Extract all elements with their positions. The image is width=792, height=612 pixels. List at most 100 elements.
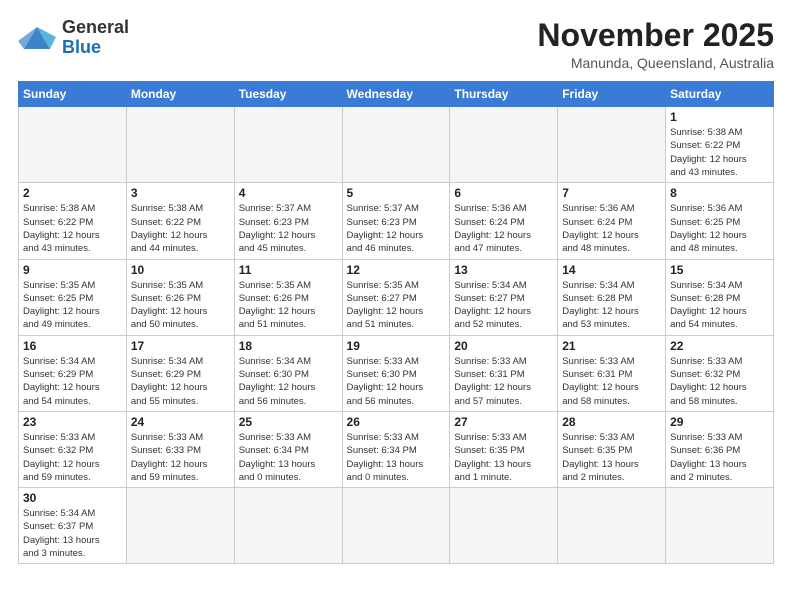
- calendar-day: 27 Sunrise: 5:33 AM Sunset: 6:35 PM Dayli…: [450, 411, 558, 487]
- day-number: 25: [239, 415, 338, 429]
- calendar-day: [342, 107, 450, 183]
- calendar-day: [126, 107, 234, 183]
- day-number: 28: [562, 415, 661, 429]
- calendar-week-6: 30 Sunrise: 5:34 AM Sunset: 6:37 PM Dayli…: [19, 488, 774, 564]
- logo-text: General Blue: [62, 18, 129, 58]
- day-number: 3: [131, 186, 230, 200]
- calendar-day: 1Sunrise: 5:38 AM Sunset: 6:22 PM Daylig…: [666, 107, 774, 183]
- weekday-header-monday: Monday: [126, 82, 234, 107]
- calendar-day: [234, 107, 342, 183]
- calendar-day: 5Sunrise: 5:37 AM Sunset: 6:23 PM Daylig…: [342, 183, 450, 259]
- day-number: 19: [347, 339, 446, 353]
- day-number: 4: [239, 186, 338, 200]
- day-info: Sunrise: 5:35 AM Sunset: 6:25 PM Dayligh…: [23, 279, 122, 332]
- day-number: 2: [23, 186, 122, 200]
- calendar-day: 26Sunrise: 5:33 AM Sunset: 6:34 PM Dayli…: [342, 411, 450, 487]
- day-number: 18: [239, 339, 338, 353]
- calendar-day: 23 Sunrise: 5:33 AM Sunset: 6:32 PM Dayli…: [19, 411, 127, 487]
- page: General Blue November 2025 Manunda, Quee…: [0, 0, 792, 612]
- day-number: 6: [454, 186, 553, 200]
- calendar-day: [342, 488, 450, 564]
- calendar-day: 2 Sunrise: 5:38 AM Sunset: 6:22 PM Daylig…: [19, 183, 127, 259]
- day-info: Sunrise: 5:33 AM Sunset: 6:33 PM Dayligh…: [131, 431, 230, 484]
- day-number: 29: [670, 415, 769, 429]
- day-number: 27: [454, 415, 553, 429]
- day-info: Sunrise: 5:34 AM Sunset: 6:30 PM Dayligh…: [239, 355, 338, 408]
- logo-general: General: [62, 17, 129, 37]
- calendar-day: [558, 107, 666, 183]
- day-info: Sunrise: 5:36 AM Sunset: 6:24 PM Dayligh…: [562, 202, 661, 255]
- day-number: 9: [23, 263, 122, 277]
- day-info: Sunrise: 5:34 AM Sunset: 6:29 PM Dayligh…: [131, 355, 230, 408]
- calendar-day: 19 Sunrise: 5:33 AM Sunset: 6:30 PM Dayli…: [342, 335, 450, 411]
- calendar-day: 25 Sunrise: 5:33 AM Sunset: 6:34 PM Dayli…: [234, 411, 342, 487]
- generalblue-logo-icon: [18, 19, 56, 57]
- calendar-day: 4 Sunrise: 5:37 AM Sunset: 6:23 PM Daylig…: [234, 183, 342, 259]
- day-info: Sunrise: 5:33 AM Sunset: 6:35 PM Dayligh…: [562, 431, 661, 484]
- calendar-day: 22 Sunrise: 5:33 AM Sunset: 6:32 PM Dayli…: [666, 335, 774, 411]
- location: Manunda, Queensland, Australia: [537, 55, 774, 71]
- calendar-day: [234, 488, 342, 564]
- day-number: 24: [131, 415, 230, 429]
- calendar-week-4: 16 Sunrise: 5:34 AM Sunset: 6:29 PM Dayli…: [19, 335, 774, 411]
- day-info: Sunrise: 5:34 AM Sunset: 6:37 PM Dayligh…: [23, 507, 122, 560]
- day-info: Sunrise: 5:34 AM Sunset: 6:28 PM Dayligh…: [670, 279, 769, 332]
- day-number: 10: [131, 263, 230, 277]
- month-title: November 2025: [537, 18, 774, 53]
- calendar-day: 11Sunrise: 5:35 AM Sunset: 6:26 PM Dayli…: [234, 259, 342, 335]
- day-info: Sunrise: 5:33 AM Sunset: 6:32 PM Dayligh…: [23, 431, 122, 484]
- calendar-day: 29Sunrise: 5:33 AM Sunset: 6:36 PM Dayli…: [666, 411, 774, 487]
- calendar-day: 9 Sunrise: 5:35 AM Sunset: 6:25 PM Daylig…: [19, 259, 127, 335]
- title-block: November 2025 Manunda, Queensland, Austr…: [537, 18, 774, 71]
- calendar-day: 15 Sunrise: 5:34 AM Sunset: 6:28 PM Dayli…: [666, 259, 774, 335]
- day-info: Sunrise: 5:33 AM Sunset: 6:35 PM Dayligh…: [454, 431, 553, 484]
- weekday-header-sunday: Sunday: [19, 82, 127, 107]
- day-number: 23: [23, 415, 122, 429]
- calendar-day: 17Sunrise: 5:34 AM Sunset: 6:29 PM Dayli…: [126, 335, 234, 411]
- day-number: 16: [23, 339, 122, 353]
- calendar-day: 14Sunrise: 5:34 AM Sunset: 6:28 PM Dayli…: [558, 259, 666, 335]
- day-info: Sunrise: 5:38 AM Sunset: 6:22 PM Dayligh…: [670, 126, 769, 179]
- day-info: Sunrise: 5:33 AM Sunset: 6:31 PM Dayligh…: [562, 355, 661, 408]
- day-info: Sunrise: 5:35 AM Sunset: 6:27 PM Dayligh…: [347, 279, 446, 332]
- day-number: 11: [239, 263, 338, 277]
- day-number: 8: [670, 186, 769, 200]
- day-info: Sunrise: 5:33 AM Sunset: 6:32 PM Dayligh…: [670, 355, 769, 408]
- day-info: Sunrise: 5:33 AM Sunset: 6:34 PM Dayligh…: [239, 431, 338, 484]
- weekday-header-row: SundayMondayTuesdayWednesdayThursdayFrid…: [19, 82, 774, 107]
- calendar-day: [19, 107, 127, 183]
- weekday-header-thursday: Thursday: [450, 82, 558, 107]
- day-number: 22: [670, 339, 769, 353]
- day-info: Sunrise: 5:33 AM Sunset: 6:34 PM Dayligh…: [347, 431, 446, 484]
- calendar-week-3: 9 Sunrise: 5:35 AM Sunset: 6:25 PM Daylig…: [19, 259, 774, 335]
- day-number: 15: [670, 263, 769, 277]
- calendar-day: 10 Sunrise: 5:35 AM Sunset: 6:26 PM Dayli…: [126, 259, 234, 335]
- day-info: Sunrise: 5:37 AM Sunset: 6:23 PM Dayligh…: [239, 202, 338, 255]
- calendar-day: 18 Sunrise: 5:34 AM Sunset: 6:30 PM Dayli…: [234, 335, 342, 411]
- calendar-day: 28 Sunrise: 5:33 AM Sunset: 6:35 PM Dayli…: [558, 411, 666, 487]
- calendar-day: [450, 488, 558, 564]
- day-info: Sunrise: 5:34 AM Sunset: 6:28 PM Dayligh…: [562, 279, 661, 332]
- calendar: SundayMondayTuesdayWednesdayThursdayFrid…: [18, 81, 774, 564]
- day-info: Sunrise: 5:36 AM Sunset: 6:25 PM Dayligh…: [670, 202, 769, 255]
- logo: General Blue: [18, 18, 129, 58]
- day-info: Sunrise: 5:33 AM Sunset: 6:30 PM Dayligh…: [347, 355, 446, 408]
- day-info: Sunrise: 5:38 AM Sunset: 6:22 PM Dayligh…: [23, 202, 122, 255]
- weekday-header-tuesday: Tuesday: [234, 82, 342, 107]
- calendar-day: 7 Sunrise: 5:36 AM Sunset: 6:24 PM Daylig…: [558, 183, 666, 259]
- day-number: 21: [562, 339, 661, 353]
- calendar-day: 12Sunrise: 5:35 AM Sunset: 6:27 PM Dayli…: [342, 259, 450, 335]
- calendar-week-5: 23 Sunrise: 5:33 AM Sunset: 6:32 PM Dayli…: [19, 411, 774, 487]
- calendar-day: 24 Sunrise: 5:33 AM Sunset: 6:33 PM Dayli…: [126, 411, 234, 487]
- day-number: 7: [562, 186, 661, 200]
- day-info: Sunrise: 5:38 AM Sunset: 6:22 PM Dayligh…: [131, 202, 230, 255]
- calendar-day: 16Sunrise: 5:34 AM Sunset: 6:29 PM Dayli…: [19, 335, 127, 411]
- day-info: Sunrise: 5:35 AM Sunset: 6:26 PM Dayligh…: [131, 279, 230, 332]
- day-number: 20: [454, 339, 553, 353]
- day-info: Sunrise: 5:34 AM Sunset: 6:27 PM Dayligh…: [454, 279, 553, 332]
- day-info: Sunrise: 5:33 AM Sunset: 6:31 PM Dayligh…: [454, 355, 553, 408]
- calendar-day: 13Sunrise: 5:34 AM Sunset: 6:27 PM Dayli…: [450, 259, 558, 335]
- day-number: 30: [23, 491, 122, 505]
- calendar-day: [126, 488, 234, 564]
- weekday-header-friday: Friday: [558, 82, 666, 107]
